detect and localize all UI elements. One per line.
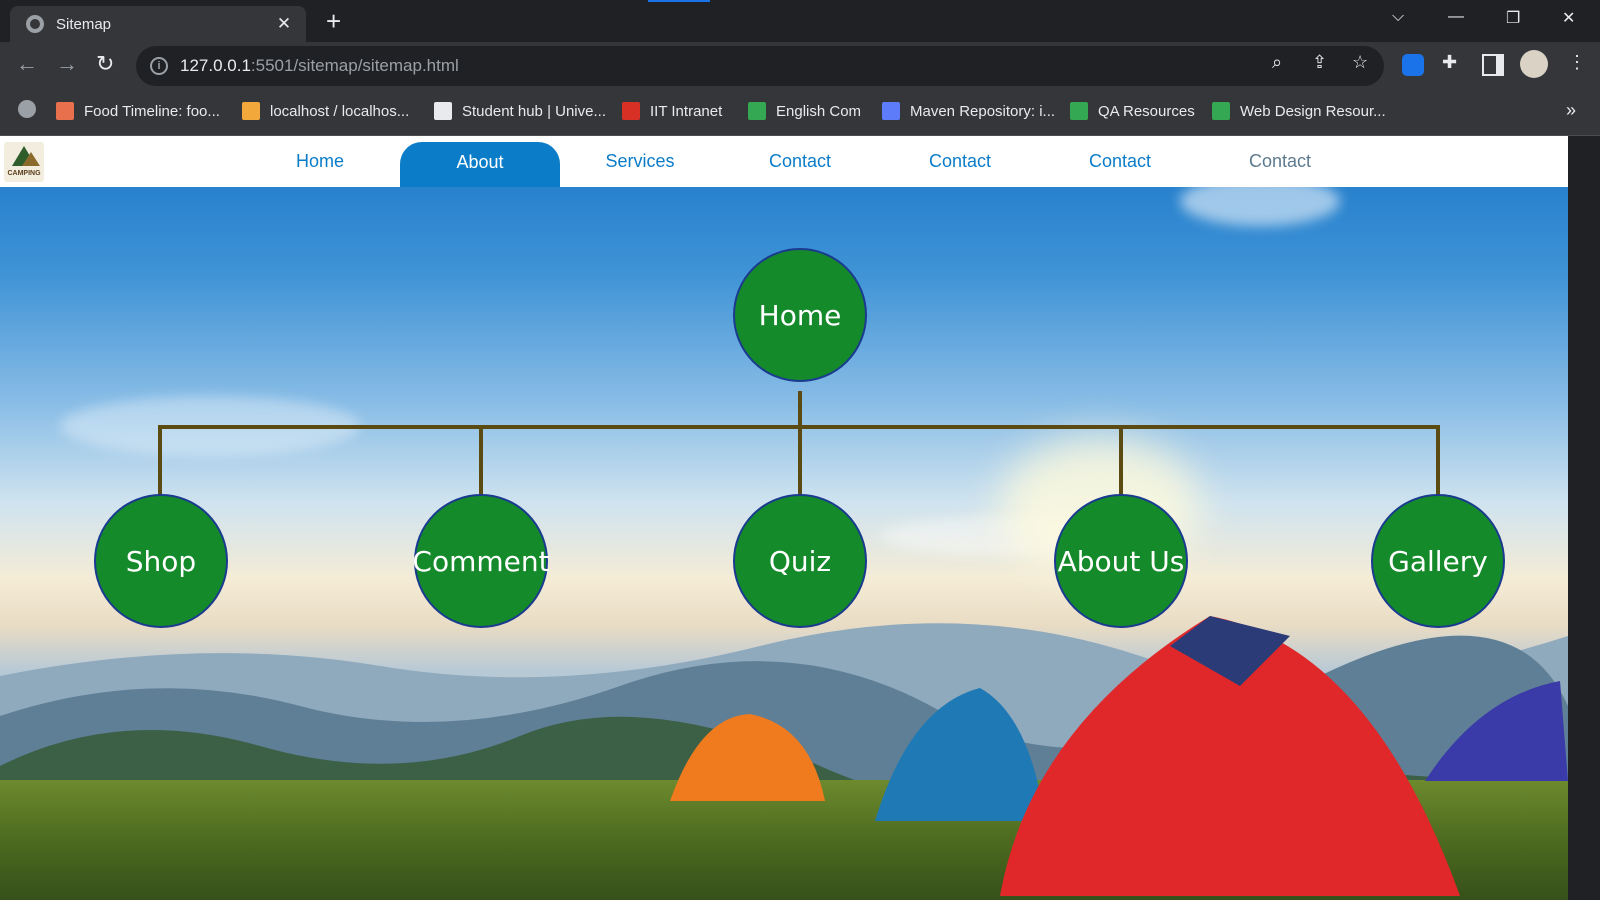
bookmarks-bar: Food Timeline: foo... localhost / localho… [0,90,1600,136]
sitemap-node-gallery[interactable]: Gallery [1371,494,1505,628]
bookmark-item[interactable]: QA Resources [1070,102,1195,120]
scrollbar-track[interactable] [1568,136,1600,900]
drive-icon [1070,102,1088,120]
close-window-icon[interactable]: ✕ [1562,8,1575,28]
extension-shield-icon[interactable] [1402,54,1424,76]
nav-item-contact[interactable]: Contact [880,136,1040,187]
bookmark-label: IIT Intranet [650,102,723,120]
bookmark-label: Student hub | Unive... [462,102,606,120]
bookmark-label: Web Design Resour... [1240,102,1386,120]
bookmark-item[interactable]: Food Timeline: foo... [56,102,220,120]
bookmark-label: Food Timeline: foo... [84,102,220,120]
menu-kebab-icon[interactable]: ⋮ [1568,52,1586,73]
bookmark-item[interactable]: English Com [748,102,861,120]
forward-icon[interactable]: → [56,52,78,76]
nav-item-contact[interactable]: Contact [1200,136,1360,187]
bookmark-label: localhost / localhos... [270,102,410,120]
ft-icon [56,102,74,120]
zoom-icon[interactable]: ⌕ [1272,52,1282,73]
red-tent [1000,616,1460,896]
nav-item-contact[interactable]: Contact [720,136,880,187]
side-panel-icon[interactable] [1482,54,1504,76]
bookmark-item[interactable]: IIT Intranet [622,102,722,120]
sitemap-node-comment[interactable]: Comment [412,494,550,628]
site-header: CAMPING Home About Services Contact Contact C… [0,136,1568,187]
orange-tent [670,714,825,801]
url-path: :5501/sitemap/sitemap.html [250,56,459,75]
sitemap-node-about-us[interactable]: About Us [1054,494,1188,628]
nav-item-contact[interactable]: Contact [1040,136,1200,187]
browser-tabstrip: Sitemap ✕ + ⌵ — ❐ ✕ [0,0,1600,42]
address-bar[interactable]: i 127.0.0.1:5501/sitemap/sitemap.html [136,46,1384,86]
tab-title: Sitemap [56,15,112,33]
connector-shop [158,425,162,495]
sitemap-node-quiz[interactable]: Quiz [733,494,867,628]
share-icon[interactable]: ⇪ [1312,52,1327,73]
tab-search-icon[interactable]: ⌵ [1392,8,1404,26]
connector-quiz [798,425,802,495]
browser-tab[interactable]: Sitemap ✕ [10,6,306,42]
drive-icon [1212,102,1230,120]
connector-gallery [1436,425,1440,495]
bookmark-label: English Com [776,102,862,120]
mvn-icon [882,102,900,120]
bookmark-label: Maven Repository: i... [910,102,1056,120]
bookmark-item[interactable]: Student hub | Unive... [434,102,606,120]
shield-icon [622,102,640,120]
pma-icon [242,102,260,120]
back-icon[interactable]: ← [16,52,38,76]
drive-icon [748,102,766,120]
purple-tent [1425,681,1568,781]
nav-item-about[interactable]: About [400,142,560,187]
page-viewport: CAMPING Home About Services Contact Contact C… [0,136,1600,900]
new-tab-icon[interactable]: + [326,8,341,34]
more-bookmarks-icon[interactable]: » [1566,100,1576,121]
bookmark-label: QA Resources [1098,102,1195,120]
connector-about-us [1119,425,1123,495]
browser-toolbar: ← → ↻ i 127.0.0.1:5501/sitemap/sitemap.h… [0,42,1600,90]
bookmark-item[interactable]: Web Design Resour... [1212,102,1386,120]
url-host: 127.0.0.1 [180,56,251,75]
extensions-puzzle-icon[interactable]: ✚ [1442,52,1457,73]
nav-item-services[interactable]: Services [560,136,720,187]
logo-text: CAMPING [7,170,41,177]
bookmark-item[interactable]: localhost / localhos... [242,102,409,120]
restore-icon[interactable]: ❐ [1506,8,1520,28]
nav-item-home[interactable]: Home [240,136,400,187]
sitemap-node-shop[interactable]: Shop [94,494,228,628]
site-info-icon[interactable]: i [150,57,168,75]
globe-icon [26,15,44,33]
bookmark-item[interactable]: Maven Repository: i... [882,102,1055,120]
sitemap-node-home[interactable]: Home [733,248,867,382]
apps-globe-icon[interactable] [18,100,46,118]
profile-avatar[interactable] [1520,50,1548,78]
reload-icon[interactable]: ↻ [96,52,114,76]
camping-logo[interactable]: CAMPING [4,142,44,182]
close-tab-icon[interactable]: ✕ [274,14,294,34]
minimize-icon[interactable]: — [1448,8,1464,26]
bookmark-star-icon[interactable]: ☆ [1352,52,1368,73]
loading-indicator [648,0,710,2]
connector-root [798,391,802,429]
building-icon [434,102,452,120]
connector-comment [479,425,483,495]
